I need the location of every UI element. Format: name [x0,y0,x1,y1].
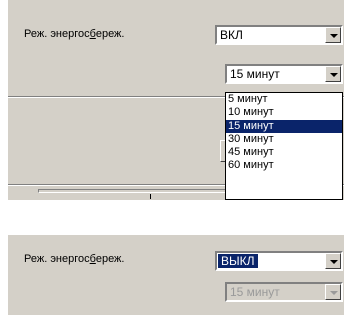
power-settings-panel-off: Реж. энергосбереж. ВЫКЛ 15 минут [8,235,344,315]
power-saving-dropdown-button[interactable] [325,253,341,269]
power-saving-dropdown-button[interactable] [325,27,341,43]
power-saving-select[interactable]: ВЫКЛ [215,251,343,271]
power-saving-value: ВЫКЛ [218,254,258,268]
timeout-select: 15 минут [225,282,343,302]
power-saving-label: Реж. энергосбереж. [24,28,125,40]
timeout-option[interactable]: 45 минут [226,146,342,159]
power-saving-value: ВКЛ [220,28,243,42]
chevron-down-icon [330,73,338,77]
timeout-option-selected[interactable]: 15 минут [226,119,342,133]
timeout-dropdown-button [325,284,341,300]
chevron-down-icon [330,291,338,295]
timeout-option[interactable]: 30 минут [226,133,342,146]
timeout-value: 15 минут [230,67,280,81]
slider-track[interactable] [38,189,233,193]
timeout-value: 15 минут [230,285,280,299]
slider-tick [150,194,151,199]
chevron-down-icon [330,34,338,38]
timeout-option[interactable]: 5 минут [226,93,342,106]
timeout-option[interactable]: 10 минут [226,106,342,119]
timeout-select[interactable]: 15 минут [225,64,343,84]
timeout-dropdown-list[interactable]: 5 минут 10 минут 15 минут 30 минут 45 ми… [225,92,343,200]
chevron-down-icon [330,260,338,264]
timeout-option[interactable]: 60 минут [226,159,342,172]
power-saving-label: Реж. энергосбереж. [24,253,125,265]
timeout-dropdown-button[interactable] [325,66,341,82]
power-saving-select[interactable]: ВКЛ [215,25,343,45]
